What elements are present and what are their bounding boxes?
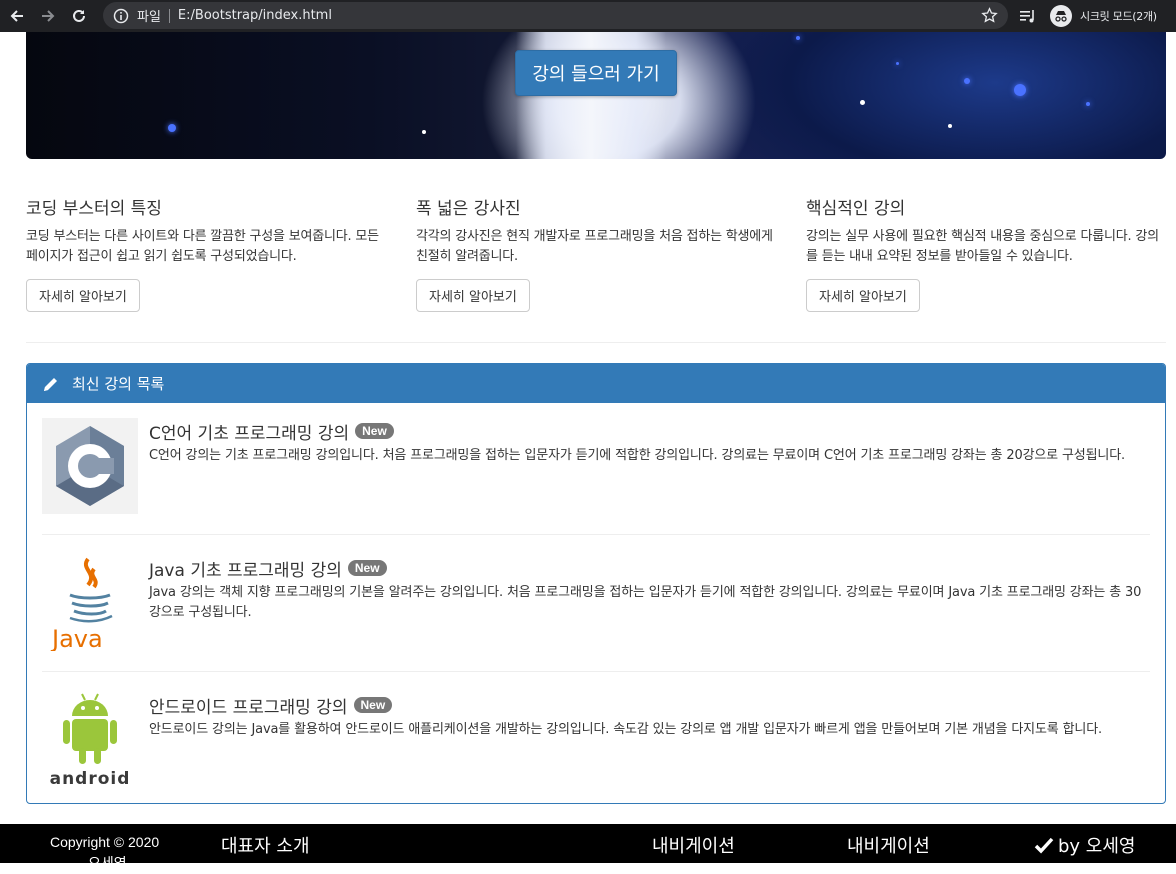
new-badge: New <box>353 697 393 713</box>
java-logo: Java <box>42 555 138 653</box>
course-title[interactable]: 안드로이드 프로그래밍 강의 <box>149 693 348 718</box>
url-separator <box>168 8 170 23</box>
footer-navigation-2[interactable]: 내비게이션 <box>847 832 930 858</box>
hero-star <box>896 62 899 65</box>
feature-title: 핵심적인 강의 <box>806 199 906 219</box>
item-divider <box>42 534 1150 535</box>
forward-arrow-icon <box>42 10 55 22</box>
panel-title: 최신 강의 목록 <box>72 375 165 393</box>
new-badge: New <box>347 560 387 576</box>
course-heading: C언어 기초 프로그래밍 강의 New <box>149 418 1149 444</box>
media-control-icon[interactable] <box>1018 6 1038 26</box>
back-arrow-icon <box>10 10 23 22</box>
copyright-text: Copyright © 2020 <box>50 834 160 850</box>
bookmark-star-icon[interactable] <box>981 7 998 24</box>
new-badge: New <box>355 423 394 439</box>
copyright-name: 오세영 <box>88 856 127 872</box>
course-body: Java 기초 프로그래밍 강의 New Java 강의는 객체 지향 프로그래… <box>149 555 1149 623</box>
footer-ceo-intro[interactable]: 대표자 소개 <box>221 832 310 858</box>
feature-column: 핵심적인 강의 강의는 실무 사용에 필요한 핵심적 내용을 중심으로 다룹니다… <box>806 196 1166 312</box>
hero-star <box>964 78 970 84</box>
java-logo-text: Java <box>50 625 103 651</box>
section-divider <box>26 342 1166 343</box>
course-heading: Java 기초 프로그래밍 강의 New <box>149 555 1149 581</box>
browser-right-controls: 시크릿 모드(2개) <box>1018 0 1157 32</box>
url-text[interactable]: E:/Bootstrap/index.html <box>178 8 332 23</box>
checkmark-icon <box>1034 837 1054 854</box>
reload-icon <box>73 9 85 22</box>
back-button[interactable] <box>3 2 31 30</box>
hero-star <box>860 100 865 105</box>
incognito-indicator[interactable]: 시크릿 모드(2개) <box>1050 5 1157 27</box>
course-description: Java 강의는 객체 지향 프로그래밍의 기본을 알려주는 강의입니다. 처음… <box>149 585 1142 620</box>
pencil-icon <box>44 377 57 391</box>
hero-banner: 강의 들으러 가기 <box>26 32 1166 159</box>
author-label: by 오세영 <box>1058 836 1136 857</box>
url-scheme-label: 파일 <box>137 10 161 25</box>
course-description: C언어 강의는 기초 프로그래밍 강의입니다. 처음 프로그래밍을 접하는 입문… <box>149 448 1126 463</box>
info-icon[interactable] <box>113 8 129 24</box>
panel-heading: 최신 강의 목록 <box>27 364 1165 403</box>
android-logo: android <box>42 692 138 789</box>
learn-more-button[interactable]: 자세히 알아보기 <box>26 279 140 312</box>
incognito-label: 시크릿 모드(2개) <box>1080 10 1157 23</box>
feature-column: 코딩 부스터의 특징 코딩 부스터는 다른 사이트와 다른 깔끔한 구성을 보여… <box>26 196 386 312</box>
incognito-icon <box>1050 5 1072 27</box>
learn-more-button[interactable]: 자세히 알아보기 <box>806 279 920 312</box>
feature-text: 각각의 강사진은 현직 개발자로 프로그래밍을 처음 접하는 학생에게 친절히 … <box>416 229 773 264</box>
feature-text: 코딩 부스터는 다른 사이트와 다른 깔끔한 구성을 보여줍니다. 모든 페이지… <box>26 229 379 264</box>
hero-star <box>796 36 800 40</box>
c-language-logo <box>42 418 138 514</box>
forward-button[interactable] <box>34 2 62 30</box>
course-title[interactable]: Java 기초 프로그래밍 강의 <box>149 556 342 581</box>
footer: Copyright © 2020 오세영 대표자 소개 내비게이션 내비게이션 … <box>0 824 1176 872</box>
start-course-button[interactable]: 강의 들으러 가기 <box>515 50 677 96</box>
feature-title: 코딩 부스터의 특징 <box>26 199 162 219</box>
address-bar[interactable]: 파일 E:/Bootstrap/index.html <box>103 2 1008 29</box>
hero-star <box>422 130 426 134</box>
reload-button[interactable] <box>65 2 93 30</box>
android-logo-text: android <box>50 769 131 788</box>
course-description: 안드로이드 강의는 Java를 활용하여 안드로이드 애플리케이션을 개발하는 … <box>149 722 1102 737</box>
item-divider <box>42 671 1150 672</box>
footer-author: by 오세영 <box>1034 832 1135 858</box>
hero-star <box>1014 84 1026 96</box>
latest-courses-panel: 최신 강의 목록 C언어 기초 프로그래밍 강의 New C언어 강의는 기초 … <box>26 363 1166 804</box>
hero-star <box>1086 102 1090 106</box>
feature-column: 폭 넓은 강사진 각각의 강사진은 현직 개발자로 프로그래밍을 처음 접하는 … <box>416 196 776 312</box>
footer-navigation-1[interactable]: 내비게이션 <box>652 832 735 858</box>
feature-text: 강의는 실무 사용에 필요한 핵심적 내용을 중심으로 다룹니다. 강의를 듣는… <box>806 229 1159 264</box>
hero-star <box>948 124 952 128</box>
course-title[interactable]: C언어 기초 프로그래밍 강의 <box>149 419 349 444</box>
browser-toolbar: 파일 E:/Bootstrap/index.html 시크릿 모드(2개) <box>0 0 1176 32</box>
hero-star <box>168 124 176 132</box>
learn-more-button[interactable]: 자세히 알아보기 <box>416 279 530 312</box>
course-body: C언어 기초 프로그래밍 강의 New C언어 강의는 기초 프로그래밍 강의입… <box>149 418 1149 466</box>
feature-title: 폭 넓은 강사진 <box>416 199 521 219</box>
course-body: 안드로이드 프로그래밍 강의 New 안드로이드 강의는 Java를 활용하여 … <box>149 692 1149 740</box>
course-heading: 안드로이드 프로그래밍 강의 New <box>149 692 1149 718</box>
